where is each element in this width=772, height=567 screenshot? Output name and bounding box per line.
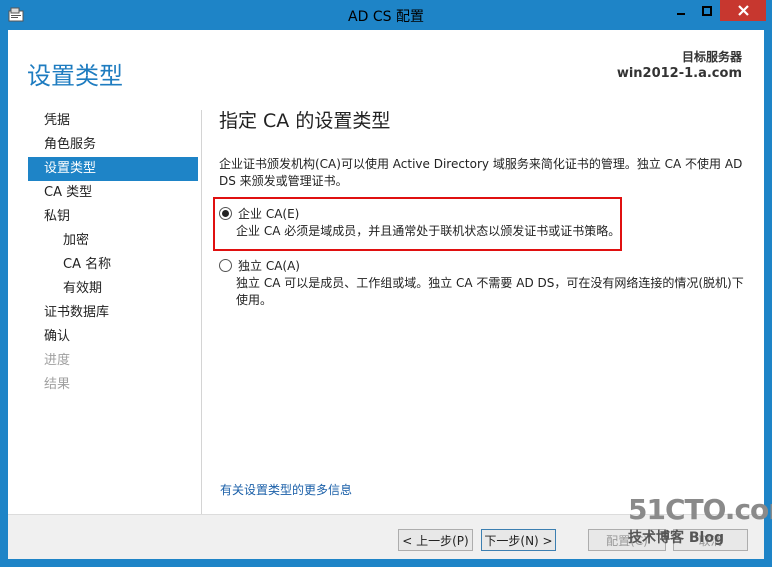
nav-item-role-services[interactable]: 角色服务 [28, 133, 198, 157]
standalone-ca-label[interactable]: 独立 CA(A) [238, 257, 300, 274]
nav-item-cryptography[interactable]: 加密 [28, 229, 198, 253]
nav-item-ca-type[interactable]: CA 类型 [28, 181, 198, 205]
close-icon [737, 1, 749, 20]
nav-item-setup-type[interactable]: 设置类型 [28, 157, 198, 181]
standalone-ca-description: 独立 CA 可以是成员、工作组或域。独立 CA 不需要 AD DS，可在没有网络… [236, 276, 744, 307]
main-content: 指定 CA 的设置类型 企业证书颁发机构(CA)可以使用 Active Dire… [219, 106, 749, 307]
next-button[interactable]: 下一步(N) > [481, 529, 556, 551]
maximize-button[interactable] [694, 0, 720, 21]
page-title: 设置类型 [27, 62, 123, 90]
minimize-icon [676, 1, 686, 20]
nav-item-confirmation[interactable]: 确认 [28, 325, 198, 349]
window-title: AD CS 配置 [348, 9, 424, 25]
close-button[interactable] [720, 0, 766, 21]
description-text: 企业证书颁发机构(CA)可以使用 Active Directory 域服务来简化… [219, 157, 743, 188]
wizard-nav: 凭据 角色服务 设置类型 CA 类型 私钥 加密 CA 名称 有效期 证书数据库… [28, 109, 198, 397]
more-info-link[interactable]: 有关设置类型的更多信息 [220, 481, 352, 498]
wizard-window: 设置类型 目标服务器 win2012-1.a.com 凭据 角色服务 设置类型 … [8, 30, 764, 559]
option-standalone-ca[interactable]: 独立 CA(A) 独立 CA 可以是成员、工作组或域。独立 CA 不需要 AD … [219, 257, 749, 309]
highlight-box [213, 197, 622, 251]
configure-button[interactable]: 配置(C) [588, 529, 666, 551]
nav-item-validity-period[interactable]: 有效期 [28, 277, 198, 301]
nav-item-certificate-database[interactable]: 证书数据库 [28, 301, 198, 325]
standalone-ca-radio[interactable] [219, 259, 232, 272]
wizard-footer: < 上一步(P) 下一步(N) > 配置(C) 取消 [8, 514, 764, 559]
nav-item-results: 结果 [44, 377, 71, 392]
nav-divider [201, 110, 202, 515]
content-heading: 指定 CA 的设置类型 [219, 110, 391, 132]
nav-item-credentials[interactable]: 凭据 [28, 109, 198, 133]
nav-item-progress: 进度 [44, 353, 71, 368]
target-server-name: win2012-1.a.com [616, 66, 742, 81]
nav-item-private-key[interactable]: 私钥 [28, 205, 198, 229]
title-bar: AD CS 配置 [0, 0, 772, 30]
maximize-icon [702, 1, 712, 20]
previous-button[interactable]: < 上一步(P) [398, 529, 473, 551]
cancel-button[interactable]: 取消 [673, 529, 748, 551]
minimize-button[interactable] [667, 0, 694, 21]
nav-item-ca-name[interactable]: CA 名称 [28, 253, 198, 277]
target-server-label: 目标服务器 [681, 50, 742, 64]
